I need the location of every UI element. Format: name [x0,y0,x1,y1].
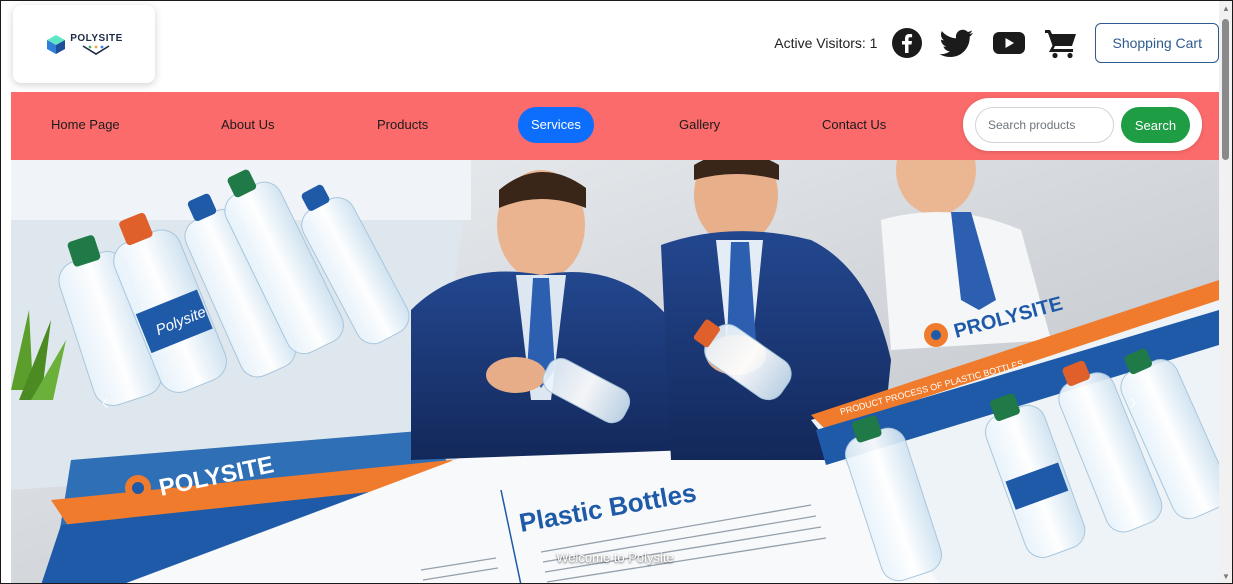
hero-caption: Welcome to Polysite [556,550,674,565]
carousel-next-icon[interactable]: › [1123,390,1143,414]
cube-logo-icon [47,35,66,54]
main-navbar: Home Page About Us Products Services Gal… [11,92,1219,160]
site-header: POLYSITE Active Visitors: 1 Shopping Car… [1,1,1219,92]
scroll-up-icon[interactable]: ▲ [1221,4,1231,14]
facebook-icon[interactable] [891,28,923,58]
page: POLYSITE Active Visitors: 1 Shopping Car… [0,0,1233,584]
scroll-down-icon[interactable]: ▼ [1221,572,1231,582]
active-visitors: Active Visitors: 1 [774,35,878,51]
nav-item-about[interactable]: About Us [221,107,274,143]
hero-image: Polysite POLYSITE Plastic Bottles PRODUC… [11,160,1219,583]
logo: POLYSITE [45,33,123,56]
search-button[interactable]: Search [1121,107,1190,143]
nav-item-products[interactable]: Products [377,107,428,143]
logo-card[interactable]: POLYSITE [13,5,155,83]
nav-item-gallery[interactable]: Gallery [679,107,720,143]
scrollbar-thumb[interactable] [1222,19,1229,160]
youtube-icon[interactable] [991,30,1027,56]
nav-item-home[interactable]: Home Page [51,107,120,143]
cart-icon[interactable] [1043,27,1079,59]
logo-chevron-icon [83,44,110,55]
nav-item-contact[interactable]: Contact Us [822,107,886,143]
shopping-cart-button[interactable]: Shopping Cart [1095,23,1219,63]
hero-carousel: Polysite POLYSITE Plastic Bottles PRODUC… [11,160,1219,583]
logo-text: POLYSITE [70,32,123,44]
twitter-icon[interactable] [939,29,975,57]
carousel-prev-icon[interactable]: ‹ [95,390,115,414]
search-input[interactable] [975,107,1114,143]
vertical-scrollbar[interactable]: ▲ ▼ [1219,1,1232,583]
header-actions: Active Visitors: 1 Shopping Cart [774,23,1219,63]
search-form: Search [963,98,1202,151]
nav-item-services[interactable]: Services [518,107,594,143]
